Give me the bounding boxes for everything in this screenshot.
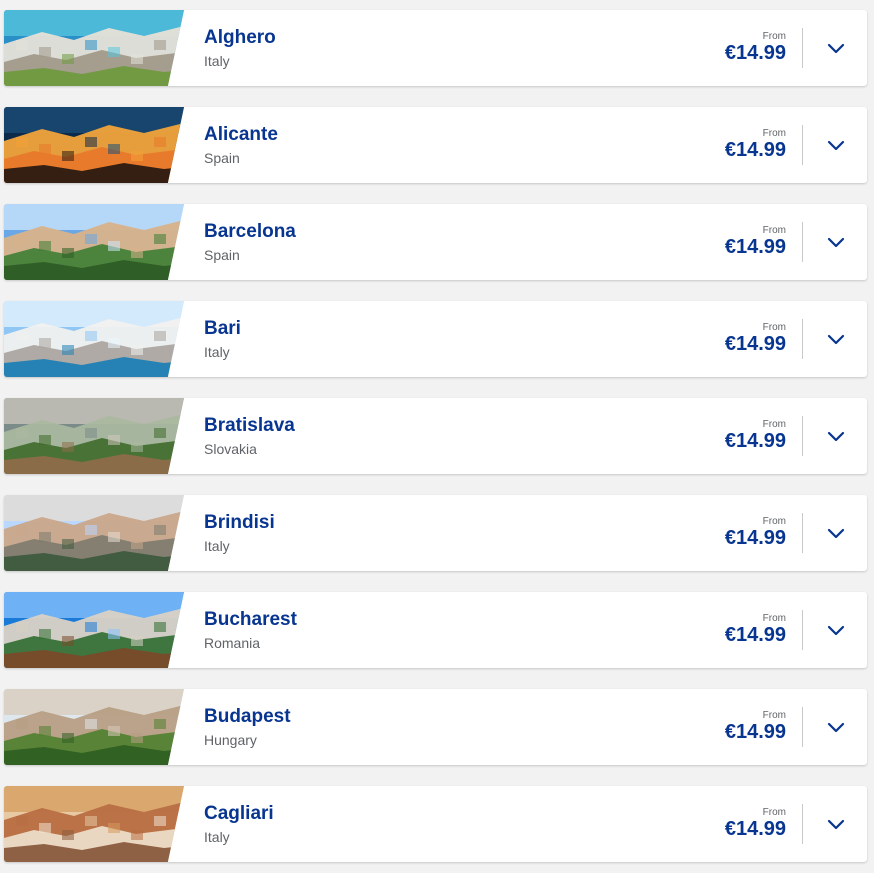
destination-country: Italy bbox=[204, 344, 230, 360]
destination-country: Hungary bbox=[204, 732, 257, 748]
destination-city: Bari bbox=[204, 318, 241, 339]
price-value: €14.99 bbox=[724, 721, 786, 743]
expand-button[interactable] bbox=[821, 615, 851, 645]
destination-photo bbox=[4, 689, 184, 765]
destination-photo bbox=[4, 786, 184, 862]
destination-city: Alghero bbox=[204, 27, 276, 48]
chevron-down-icon bbox=[827, 431, 845, 442]
expand-button[interactable] bbox=[821, 809, 851, 839]
destination-city: Cagliari bbox=[204, 803, 274, 824]
destination-country: Spain bbox=[204, 247, 240, 263]
destination-thumbnail bbox=[4, 107, 184, 183]
destination-city: Bucharest bbox=[204, 609, 297, 630]
price-from-label: From bbox=[762, 419, 786, 430]
chevron-down-icon bbox=[827, 819, 845, 830]
destination-photo bbox=[4, 10, 184, 86]
destination-thumbnail bbox=[4, 301, 184, 377]
card-divider bbox=[802, 125, 803, 165]
destination-thumbnail bbox=[4, 204, 184, 280]
price-from-label: From bbox=[762, 613, 786, 624]
destination-thumbnail bbox=[4, 592, 184, 668]
price-value: €14.99 bbox=[724, 139, 786, 161]
destination-thumbnail bbox=[4, 689, 184, 765]
price-value: €14.99 bbox=[724, 333, 786, 355]
destination-photo bbox=[4, 495, 184, 571]
chevron-down-icon bbox=[827, 625, 845, 636]
destination-photo bbox=[4, 204, 184, 280]
destination-photo bbox=[4, 301, 184, 377]
destination-city: Brindisi bbox=[204, 512, 275, 533]
expand-button[interactable] bbox=[821, 324, 851, 354]
destination-card[interactable]: Bari Italy From €14.99 bbox=[4, 301, 867, 377]
destination-photo bbox=[4, 107, 184, 183]
destination-card[interactable]: Bucharest Romania From €14.99 bbox=[4, 592, 867, 668]
destination-card[interactable]: Alghero Italy From €14.99 bbox=[4, 10, 867, 86]
card-divider bbox=[802, 416, 803, 456]
destination-card[interactable]: Budapest Hungary From €14.99 bbox=[4, 689, 867, 765]
card-divider bbox=[802, 319, 803, 359]
destination-card[interactable]: Brindisi Italy From €14.99 bbox=[4, 495, 867, 571]
chevron-down-icon bbox=[827, 722, 845, 733]
price-from-label: From bbox=[762, 322, 786, 333]
destination-city: Bratislava bbox=[204, 415, 295, 436]
destination-country: Italy bbox=[204, 53, 230, 69]
destination-city: Budapest bbox=[204, 706, 291, 727]
destination-photo bbox=[4, 592, 184, 668]
destination-thumbnail bbox=[4, 786, 184, 862]
destination-thumbnail bbox=[4, 398, 184, 474]
destination-photo bbox=[4, 398, 184, 474]
price-from-label: From bbox=[762, 128, 786, 139]
card-divider bbox=[802, 513, 803, 553]
price-from-label: From bbox=[762, 31, 786, 42]
expand-button[interactable] bbox=[821, 518, 851, 548]
destination-thumbnail bbox=[4, 10, 184, 86]
chevron-down-icon bbox=[827, 334, 845, 345]
expand-button[interactable] bbox=[821, 421, 851, 451]
destination-card[interactable]: Bratislava Slovakia From €14.99 bbox=[4, 398, 867, 474]
chevron-down-icon bbox=[827, 43, 845, 54]
chevron-down-icon bbox=[827, 528, 845, 539]
destination-thumbnail bbox=[4, 495, 184, 571]
expand-button[interactable] bbox=[821, 130, 851, 160]
expand-button[interactable] bbox=[821, 33, 851, 63]
destination-card[interactable]: Alicante Spain From €14.99 bbox=[4, 107, 867, 183]
card-divider bbox=[802, 28, 803, 68]
price-value: €14.99 bbox=[724, 624, 786, 646]
destination-country: Italy bbox=[204, 538, 230, 554]
expand-button[interactable] bbox=[821, 712, 851, 742]
destination-city: Barcelona bbox=[204, 221, 296, 242]
price-from-label: From bbox=[762, 807, 786, 818]
price-value: €14.99 bbox=[724, 236, 786, 258]
destination-city: Alicante bbox=[204, 124, 278, 145]
destination-country: Romania bbox=[204, 635, 261, 651]
destination-country: Slovakia bbox=[204, 441, 257, 457]
price-from-label: From bbox=[762, 710, 786, 721]
price-value: €14.99 bbox=[724, 527, 786, 549]
destination-card[interactable]: Barcelona Spain From €14.99 bbox=[4, 204, 867, 280]
card-divider bbox=[802, 707, 803, 747]
destination-country: Italy bbox=[204, 829, 230, 845]
price-from-label: From bbox=[762, 225, 786, 236]
chevron-down-icon bbox=[827, 140, 845, 151]
card-divider bbox=[802, 610, 803, 650]
chevron-down-icon bbox=[827, 237, 845, 248]
destination-card[interactable]: Cagliari Italy From €14.99 bbox=[4, 786, 867, 862]
price-value: €14.99 bbox=[724, 818, 786, 840]
destination-list: Alghero Italy From €14.99 Alicante Spain From €… bbox=[0, 0, 874, 873]
card-divider bbox=[802, 804, 803, 844]
price-value: €14.99 bbox=[724, 430, 786, 452]
destination-country: Spain bbox=[204, 150, 240, 166]
expand-button[interactable] bbox=[821, 227, 851, 257]
price-from-label: From bbox=[762, 516, 786, 527]
price-value: €14.99 bbox=[724, 42, 786, 64]
card-divider bbox=[802, 222, 803, 262]
